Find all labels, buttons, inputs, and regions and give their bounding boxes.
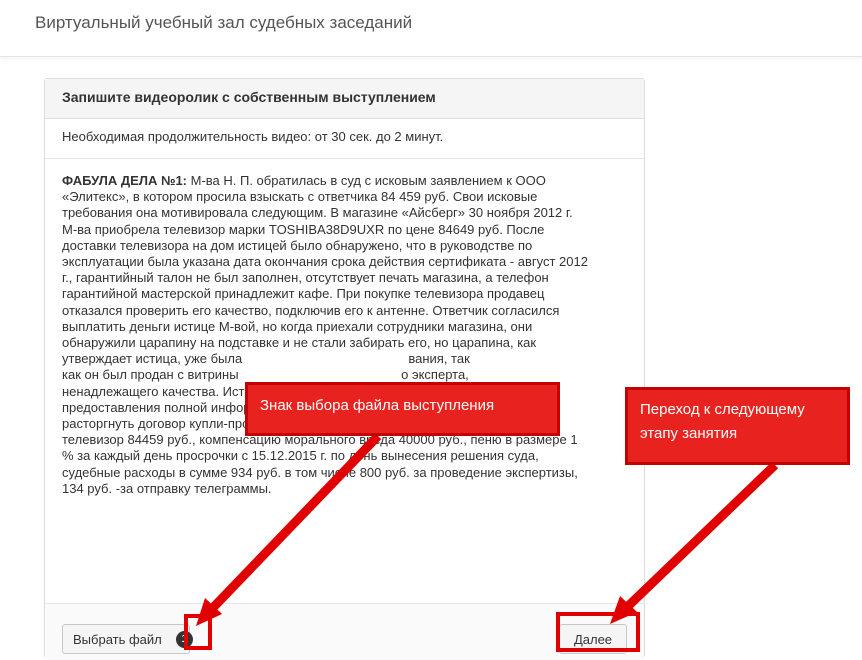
file-choice-callout: Знак выбора файла выступления xyxy=(245,382,560,436)
callout-line: этапу занятия xyxy=(640,425,738,442)
next-highlight-box xyxy=(556,612,640,652)
next-step-callout: Переход к следующему этапу занятия xyxy=(625,387,850,465)
badge-highlight-box xyxy=(184,614,212,650)
arrow-to-file-badge xyxy=(202,432,382,619)
annotation-arrows xyxy=(196,432,779,626)
callout-line: Переход к следующему xyxy=(640,401,805,418)
arrow-to-next-button xyxy=(618,461,779,616)
